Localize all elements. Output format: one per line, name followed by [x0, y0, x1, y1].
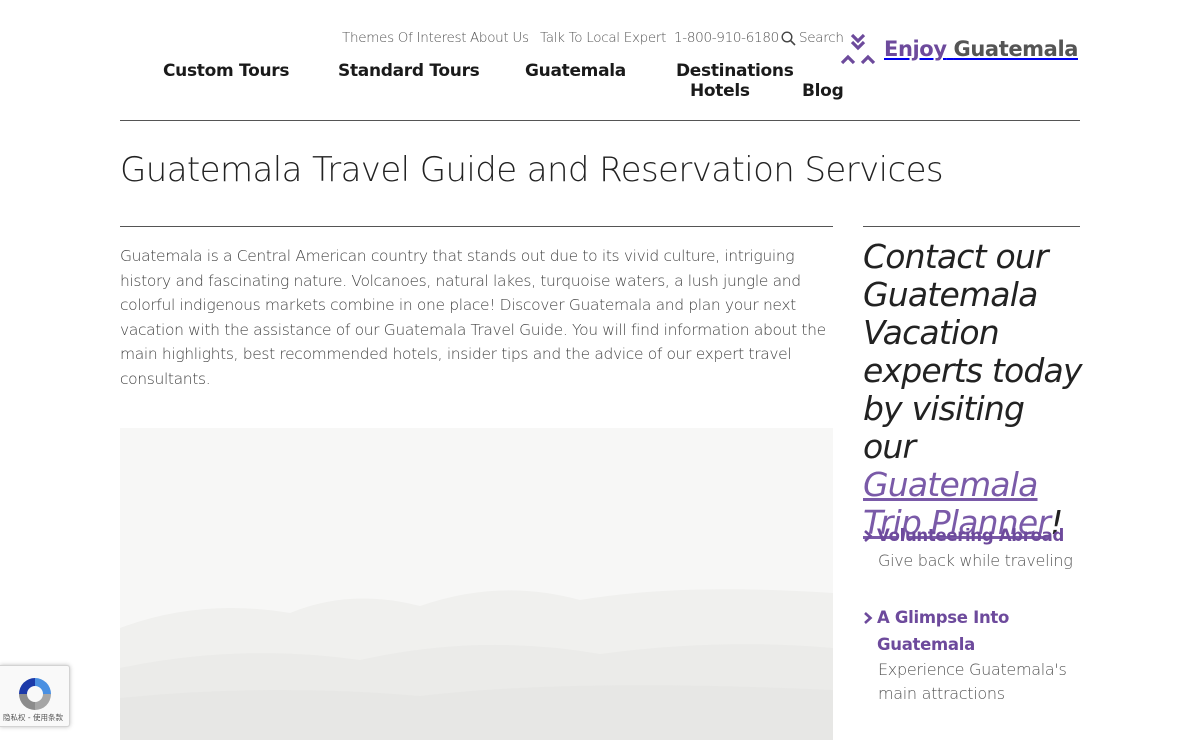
sidebar-item-glimpse[interactable]: A Glimpse Into Guatemala Experience Guat…	[863, 604, 1080, 706]
link-talk-to-local-expert[interactable]: Talk To Local Expert	[540, 30, 674, 46]
link-about-us[interactable]: About Us	[470, 30, 540, 46]
header-divider	[120, 120, 1080, 121]
top-utility-nav: Themes Of Interest About Us Talk To Loca…	[342, 30, 844, 46]
hero-image	[120, 428, 833, 740]
intro-paragraph: Guatemala is a Central American country …	[120, 247, 826, 388]
nav-blog[interactable]: Blog	[802, 81, 844, 101]
phone-number-link[interactable]: 1-800-910-6180	[674, 30, 781, 46]
page-title: Guatemala Travel Guide and Reservation S…	[120, 150, 944, 190]
logo-text: Enjoy Guatemala	[884, 37, 1079, 61]
link-themes-of-interest[interactable]: Themes Of Interest	[342, 30, 470, 46]
chevron-right-icon	[863, 604, 877, 631]
sidebar-item-desc: Experience Guatemala's main attractions	[878, 660, 1067, 703]
sidebar-item-title: Volunteering Abroad	[877, 526, 1065, 545]
sidebar-item-desc: Give back while traveling	[878, 551, 1073, 570]
sidebar-item-title: A Glimpse Into Guatemala	[877, 608, 1010, 654]
site-logo[interactable]: Enjoy Guatemala	[840, 32, 1078, 66]
recaptcha-icon	[19, 678, 51, 710]
search-icon	[781, 30, 796, 46]
nav-custom-tours[interactable]: Custom Tours	[163, 61, 289, 81]
nav-destinations[interactable]: Destinations	[676, 61, 794, 81]
search-label: Search	[799, 30, 844, 46]
nav-guatemala[interactable]: Guatemala	[525, 61, 626, 81]
sidebar-divider	[863, 226, 1080, 227]
search-button[interactable]: Search	[781, 30, 844, 46]
sidebar-cta: Contact our Guatemala Vacation experts t…	[863, 237, 1083, 542]
recaptcha-badge[interactable]: 隐私权 - 使用条款	[0, 665, 70, 727]
chevron-right-icon	[863, 522, 877, 549]
recaptcha-terms[interactable]: 隐私权 - 使用条款	[3, 712, 63, 723]
nav-standard-tours[interactable]: Standard Tours	[338, 61, 480, 81]
content-divider	[120, 226, 833, 227]
nav-hotels[interactable]: Hotels	[690, 81, 750, 101]
sidebar-item-volunteering[interactable]: Volunteering Abroad Give back while trav…	[863, 522, 1080, 573]
logo-mark-icon	[840, 33, 876, 65]
